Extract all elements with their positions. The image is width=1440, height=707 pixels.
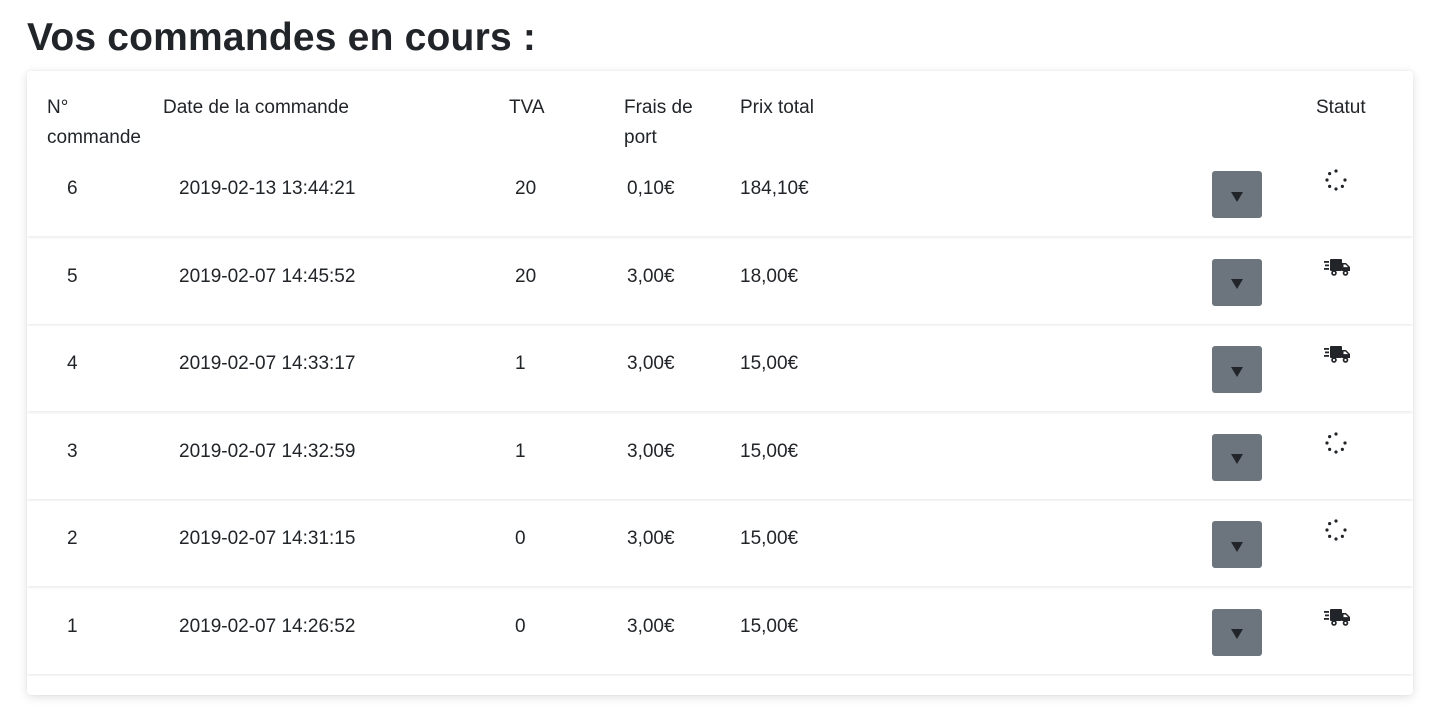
header-order-date: Date de la commande [163,97,349,118]
expand-order-button[interactable] [1212,171,1262,218]
order-date: 2019-02-07 14:45:52 [179,265,356,287]
order-number: 4 [67,353,78,374]
table-row: 3 2019-02-07 14:32:59 1 3,00€ 15,00€ [27,413,1413,499]
order-tva: 1 [515,353,526,374]
table-row: 6 2019-02-13 13:44:21 20 0,10€ 184,10€ [27,151,1413,236]
order-total-price: 15,00€ [740,615,799,637]
order-number: 3 [67,440,78,462]
order-date: 2019-02-07 14:31:15 [179,528,356,549]
page-title: Vos commandes en cours : [27,16,537,59]
header-order-number: N° commande [47,97,141,148]
table-row: 2 2019-02-07 14:31:15 0 3,00€ 15,00€ [27,501,1413,586]
order-shipping-cost: 3,00€ [627,528,675,549]
order-tva: 0 [515,528,526,549]
spinner-icon [1324,168,1350,192]
order-shipping-cost: 3,00€ [627,615,675,637]
header-total-price: Prix total [740,97,814,118]
header-status: Statut [1316,97,1366,118]
header-tva: TVA [509,97,545,118]
order-number: 1 [67,615,78,637]
expand-order-button[interactable] [1212,608,1262,656]
order-number: 2 [67,528,78,549]
shipping-fast-icon [1324,256,1350,280]
order-total-price: 15,00€ [740,528,799,549]
order-tva: 20 [515,265,537,287]
caret-down-icon [1231,366,1243,377]
table-header: N° commande Date de la commande TVA Frai… [27,71,1413,151]
orders-page: Vos commandes en cours : N° commande Dat… [0,0,1440,707]
order-total-price: 184,10€ [740,178,809,199]
order-shipping-cost: 3,00€ [627,353,675,374]
order-tva: 0 [515,615,526,637]
table-footer-strip [27,676,1413,695]
order-date: 2019-02-07 14:33:17 [179,353,356,374]
order-shipping-cost: 0,10€ [627,178,675,199]
order-date: 2019-02-07 14:32:59 [179,440,356,462]
expand-order-button[interactable] [1212,433,1262,481]
order-number: 6 [67,178,78,199]
caret-down-icon [1231,454,1243,464]
expand-order-button[interactable] [1212,258,1262,306]
spinner-icon [1324,518,1350,542]
spinner-icon [1324,431,1350,455]
order-shipping-cost: 3,00€ [627,440,675,462]
order-number: 5 [67,265,78,287]
order-total-price: 18,00€ [740,265,799,287]
table-row: 5 2019-02-07 14:45:52 20 3,00€ 18,00€ [27,238,1413,324]
caret-down-icon [1231,541,1243,552]
order-tva: 20 [515,178,537,199]
caret-down-icon [1231,279,1243,289]
caret-down-icon [1231,629,1243,639]
order-date: 2019-02-13 13:44:21 [179,178,356,199]
caret-down-icon [1231,191,1243,202]
expand-order-button[interactable] [1212,346,1262,393]
table-row: 1 2019-02-07 14:26:52 0 3,00€ 15,00€ [27,588,1413,674]
table-row: 4 2019-02-07 14:33:17 1 3,00€ 15,00€ [27,326,1413,411]
order-tva: 1 [515,440,526,462]
order-total-price: 15,00€ [740,353,799,374]
order-total-price: 15,00€ [740,440,799,462]
header-shipping-cost: Frais de port [624,97,693,148]
shipping-fast-icon [1324,343,1350,367]
shipping-fast-icon [1324,606,1350,630]
orders-table: N° commande Date de la commande TVA Frai… [27,71,1413,695]
expand-order-button[interactable] [1212,521,1262,568]
order-date: 2019-02-07 14:26:52 [179,615,356,637]
order-shipping-cost: 3,00€ [627,265,675,287]
